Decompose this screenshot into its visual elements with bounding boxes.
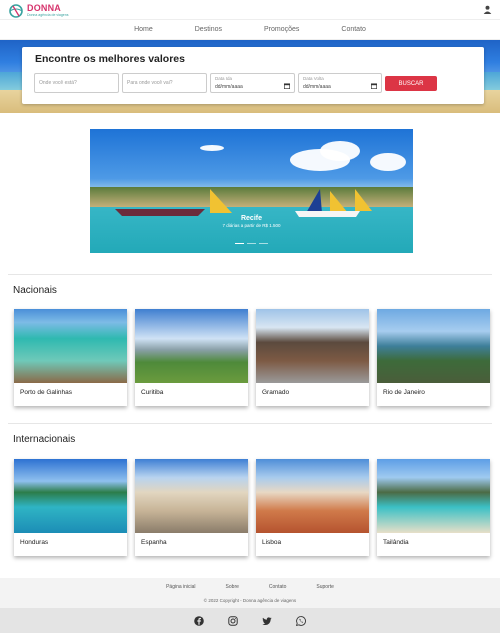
- destination-card[interactable]: Tailândia: [377, 459, 490, 556]
- featured-banner[interactable]: Recife 7 diárias a partir de R$ 1.500: [90, 129, 413, 253]
- calendar-icon[interactable]: [371, 83, 377, 89]
- destination-image: [14, 459, 127, 533]
- destination-name: Curitiba: [141, 389, 164, 396]
- brand-name: DONNA: [27, 2, 61, 13]
- banner-cloud: [370, 153, 406, 171]
- calendar-icon[interactable]: [284, 83, 290, 89]
- destination-input[interactable]: Para onde você vai?: [122, 73, 207, 93]
- destination-name: Rio de Janeiro: [383, 389, 425, 396]
- footer-link-home[interactable]: Página inicial: [166, 584, 195, 590]
- destination-image: [377, 459, 490, 533]
- user-icon[interactable]: [483, 5, 492, 14]
- carousel-dot[interactable]: [259, 242, 268, 244]
- whatsapp-icon[interactable]: [296, 615, 306, 626]
- carousel-indicators: [90, 242, 413, 244]
- destination-image: [135, 309, 248, 383]
- search-button[interactable]: BUSCAR: [385, 76, 437, 91]
- footer-link-contact[interactable]: Contato: [269, 584, 287, 590]
- destination-name: Gramado: [262, 389, 290, 396]
- banner-cloud: [200, 145, 224, 151]
- departure-date-input[interactable]: Data Ida dd/mm/aaaa: [210, 73, 295, 93]
- destination-name: Porto de Galinhas: [20, 389, 73, 396]
- banner-subtitle: 7 diárias a partir de R$ 1.500: [222, 223, 281, 228]
- destination-image: [256, 309, 369, 383]
- carousel-dot[interactable]: [235, 242, 244, 244]
- nav-contato[interactable]: Contato: [341, 26, 366, 33]
- destination-image: [256, 459, 369, 533]
- instagram-icon[interactable]: [228, 615, 238, 626]
- destination-image: [14, 309, 127, 383]
- copyright-text: © 2022 Copyright - Donna agência de viag…: [203, 598, 297, 603]
- facebook-icon[interactable]: [194, 615, 204, 626]
- destination-image: [135, 459, 248, 533]
- destination-card[interactable]: Rio de Janeiro: [377, 309, 490, 406]
- section-divider: [8, 274, 492, 275]
- logo[interactable]: DONNA Donna agência de viagens: [8, 3, 68, 18]
- destination-name: Espanha: [141, 539, 167, 546]
- destination-card[interactable]: Gramado: [256, 309, 369, 406]
- globe-logo-icon: [9, 3, 23, 18]
- search-title: Encontre os melhores valores: [35, 53, 185, 65]
- destination-name: Honduras: [20, 539, 49, 546]
- section-title-nacionais: Nacionais: [13, 285, 57, 296]
- top-header: DONNA Donna agência de viagens: [0, 0, 500, 20]
- footer-links: Página inicial Sobre Contato Suporte: [0, 584, 500, 590]
- banner-title: Recife: [240, 215, 262, 222]
- destination-image: [377, 309, 490, 383]
- destination-card[interactable]: Porto de Galinhas: [14, 309, 127, 406]
- section-title-internacionais: Internacionais: [13, 434, 76, 445]
- nav-promocoes[interactable]: Promoções: [264, 26, 299, 33]
- carousel-dot[interactable]: [247, 242, 256, 244]
- destination-card[interactable]: Lisboa: [256, 459, 369, 556]
- main-nav: Home Destinos Promoções Contato: [0, 20, 500, 40]
- section-divider: [8, 423, 492, 424]
- destination-name: Lisboa: [262, 539, 282, 546]
- footer-link-about[interactable]: Sobre: [226, 584, 239, 590]
- nav-home[interactable]: Home: [134, 26, 153, 33]
- destination-card[interactable]: Curitiba: [135, 309, 248, 406]
- twitter-icon[interactable]: [262, 616, 272, 626]
- banner-cloud: [320, 141, 360, 161]
- social-links: [0, 608, 500, 633]
- return-date-input[interactable]: Data Volta dd/mm/aaaa: [298, 73, 382, 93]
- destination-card[interactable]: Espanha: [135, 459, 248, 556]
- destination-name: Tailândia: [383, 539, 409, 546]
- brand-tagline: Donna agência de viagens: [27, 12, 69, 17]
- footer-link-support[interactable]: Suporte: [316, 584, 334, 590]
- origin-input[interactable]: Onde você está?: [34, 73, 119, 93]
- footer: Página inicial Sobre Contato Suporte © 2…: [0, 578, 500, 633]
- nav-destinos[interactable]: Destinos: [195, 26, 222, 33]
- destination-card[interactable]: Honduras: [14, 459, 127, 556]
